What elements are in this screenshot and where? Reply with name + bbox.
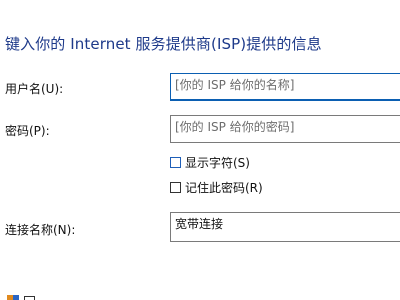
password-placeholder: [你的 ISP 给你的密码] (175, 120, 295, 134)
show-characters-label: 显示字符(S) (185, 155, 250, 170)
show-characters-checkbox[interactable]: 显示字符(S) (170, 155, 250, 170)
username-placeholder: [你的 ISP 给你的名称] (175, 78, 295, 92)
isp-info-dialog: 键入你的 Internet 服务提供商(ISP)提供的信息 用户名(U): [你… (0, 0, 400, 300)
password-label: 密码(P): (5, 124, 50, 138)
connection-name-label: 连接名称(N): (5, 223, 76, 237)
password-field[interactable]: [你的 ISP 给你的密码] (170, 115, 400, 143)
remember-password-checkbox[interactable]: 记住此密码(R) (170, 180, 263, 195)
remember-password-label: 记住此密码(R) (185, 180, 263, 195)
username-label: 用户名(U): (5, 82, 64, 96)
remember-password-box[interactable] (170, 181, 181, 193)
shield-icon (7, 295, 19, 300)
partial-checkbox[interactable] (24, 296, 35, 300)
connection-name-field[interactable]: 宽带连接 (170, 212, 400, 242)
show-characters-box[interactable] (170, 156, 181, 168)
username-field[interactable]: [你的 ISP 给你的名称] (170, 73, 400, 101)
page-title: 键入你的 Internet 服务提供商(ISP)提供的信息 (5, 35, 322, 53)
connection-name-value: 宽带连接 (175, 217, 224, 231)
